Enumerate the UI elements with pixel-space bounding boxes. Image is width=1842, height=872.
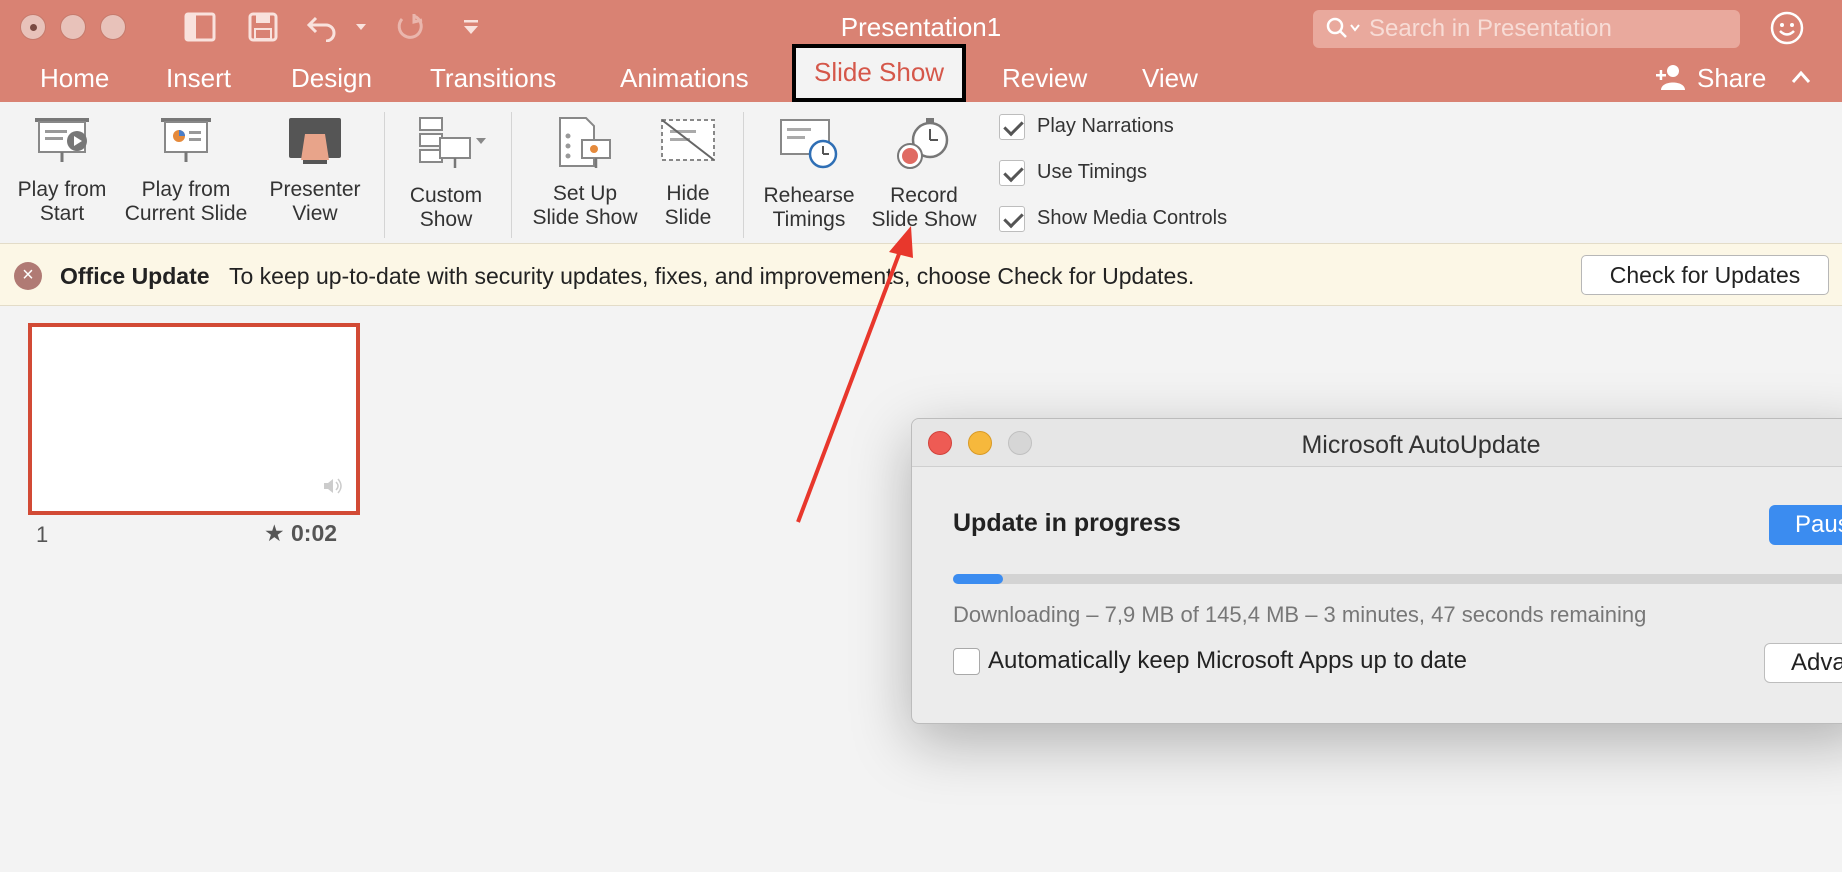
dialog-title-bar: Microsoft AutoUpdate: [912, 419, 1842, 467]
pause-button[interactable]: Paus: [1769, 505, 1842, 545]
auto-update-label: Automatically keep Microsoft Apps up to …: [988, 647, 1467, 674]
download-progress-bar: [953, 574, 1842, 584]
advanced-button[interactable]: Adva: [1764, 643, 1842, 683]
auto-update-checkbox[interactable]: Automatically keep Microsoft Apps up to …: [953, 647, 1467, 676]
autoupdate-dialog: Microsoft AutoUpdate Update in progress …: [911, 418, 1842, 724]
dialog-title: Microsoft AutoUpdate: [1301, 431, 1541, 459]
download-progress-fill: [953, 574, 1003, 584]
download-status-text: Downloading – 7,9 MB of 145,4 MB – 3 min…: [953, 602, 1647, 627]
update-status-heading: Update in progress: [953, 509, 1181, 537]
auto-update-checkbox-box[interactable]: [953, 648, 980, 676]
